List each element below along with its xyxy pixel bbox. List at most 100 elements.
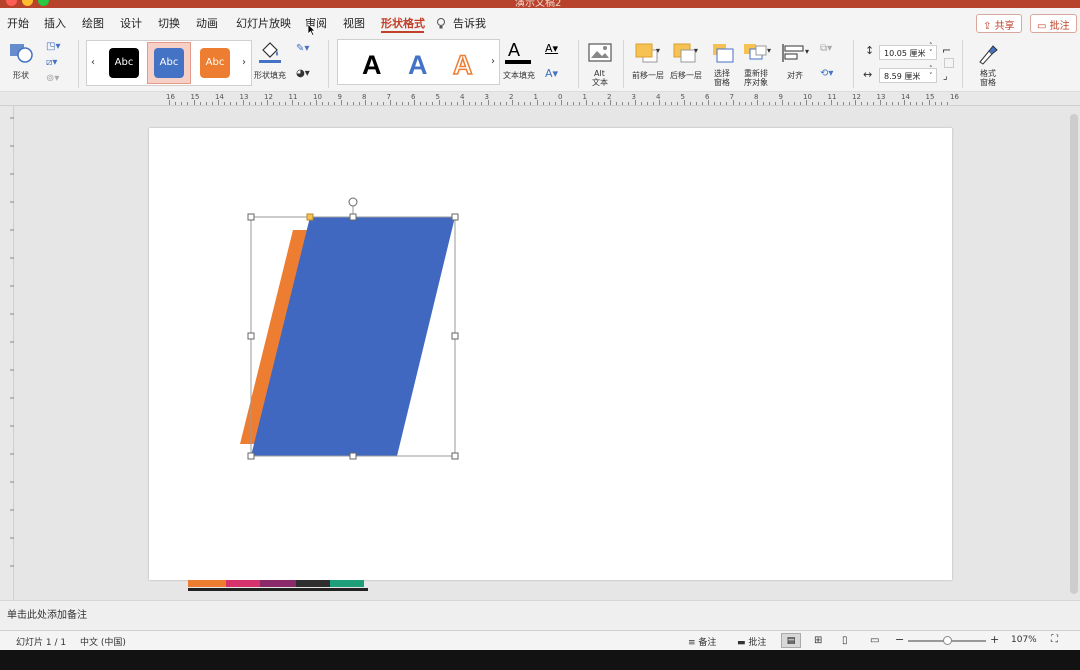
reading-view-icon[interactable]: ▯	[842, 635, 848, 646]
style-swatch-black[interactable]: Abc	[109, 48, 139, 78]
fit-to-window-icon[interactable]: ⛶	[1051, 634, 1058, 645]
maximize-window-icon[interactable]	[38, 0, 49, 6]
minimize-window-icon[interactable]	[22, 0, 33, 6]
ruler-tick	[175, 102, 177, 105]
ruler-tick	[579, 102, 581, 105]
shape-fill-button[interactable]: 形状填充	[253, 40, 293, 84]
ruler-tick	[389, 100, 391, 105]
style-swatch-orange[interactable]: Abc	[200, 48, 230, 78]
slide-canvas[interactable]	[149, 128, 952, 580]
ruler-tick	[616, 102, 618, 105]
notes-pane[interactable]: 单击此处添加备注	[0, 600, 1080, 630]
blue-parallelogram-shape[interactable]	[251, 217, 455, 456]
wordart-blue[interactable]: A	[408, 50, 428, 81]
share-label: 共享	[994, 21, 1015, 32]
gallery-next-icon[interactable]: ›	[242, 57, 246, 68]
height-stepper-icon[interactable]: ˄ ˅	[929, 43, 933, 57]
ruler-tick	[285, 102, 287, 105]
ruler-tick	[946, 102, 948, 105]
reorder-objects-button[interactable]: ▾ 重新排 序对象	[740, 40, 776, 88]
vertical-scrollbar[interactable]	[1070, 114, 1078, 594]
language-indicator[interactable]: 中文 (中国)	[80, 635, 126, 648]
tab-shape-format[interactable]: 形状格式	[381, 15, 425, 31]
ruler-tick	[456, 102, 458, 105]
edit-shape-icon[interactable]: ◳▾	[46, 41, 60, 52]
tab-home[interactable]: 开始	[7, 15, 29, 31]
bring-forward-button[interactable]: ▾ 前移一层	[630, 40, 668, 84]
text-effects-icon[interactable]: A▾	[545, 67, 558, 80]
tab-tell-me[interactable]: 告诉我	[453, 15, 486, 31]
horizontal-ruler[interactable]: 16 15 14 13 12 11 10 9 8 7 6 5 4 3 2 1 0 1 2 3 4 5 6 7 8 9 10 11 12 1…	[0, 92, 1080, 106]
selection-pane-button[interactable]: 选择 窗格	[708, 40, 738, 88]
ruler-tick	[750, 102, 752, 105]
shape-outline-icon[interactable]: ✎▾	[296, 43, 309, 54]
size-launcher-icon[interactable]: ⌟	[943, 71, 948, 82]
ruler-tick	[334, 102, 336, 105]
zoom-out-icon[interactable]: −	[895, 633, 904, 646]
text-box-icon[interactable]: ⧄▾	[46, 57, 57, 68]
wordart-orange-outline[interactable]: A	[452, 49, 473, 81]
ruler-tick	[230, 102, 232, 105]
tab-slideshow[interactable]: 幻灯片放映	[236, 15, 291, 31]
tab-draw[interactable]: 绘图	[82, 15, 104, 31]
ruler-tick	[799, 102, 801, 105]
gallery-prev-icon[interactable]: ‹	[91, 57, 95, 68]
ruler-tick	[383, 102, 385, 105]
adjustment-handle[interactable]	[306, 213, 314, 221]
format-pane-button[interactable]: 格式 窗格	[972, 40, 1004, 88]
wordart-next-icon[interactable]: ›	[491, 56, 495, 67]
ruler-number: 14	[901, 93, 910, 101]
close-window-icon[interactable]	[6, 0, 17, 6]
ruler-tick	[738, 102, 740, 105]
lock-aspect-icon[interactable]	[944, 58, 954, 68]
rotation-handle[interactable]	[348, 197, 358, 207]
wordart-black[interactable]: A	[362, 50, 382, 81]
tab-animations[interactable]: 动画	[196, 15, 218, 31]
vertical-ruler[interactable]	[0, 106, 14, 600]
paint-bucket-icon	[259, 42, 281, 63]
zoom-in-icon[interactable]: +	[990, 633, 999, 646]
tab-transitions[interactable]: 切换	[158, 15, 180, 31]
zoom-slider-thumb[interactable]	[943, 636, 952, 645]
style-swatch-blue[interactable]: Abc	[154, 48, 184, 78]
slide-sorter-icon[interactable]: ⊞	[814, 635, 822, 646]
ruler-tick	[475, 102, 477, 105]
ruler-tick	[254, 102, 256, 105]
ruler-tick	[603, 102, 605, 105]
width-stepper-icon[interactable]: ˄ ˅	[929, 66, 933, 80]
send-backward-button[interactable]: ▾ 后移一层	[668, 40, 706, 84]
tab-view[interactable]: 视图	[343, 15, 365, 31]
tab-insert[interactable]: 插入	[44, 15, 66, 31]
shape-styles-gallery: ‹ Abc Abc Abc ›	[86, 40, 252, 86]
ruler-tick	[279, 102, 281, 105]
alt-text-button[interactable]: Alt 文本	[585, 40, 615, 87]
bring-forward-label: 前移一层	[632, 71, 664, 80]
notes-placeholder[interactable]: 单击此处添加备注	[7, 606, 87, 621]
zoom-slider[interactable]	[908, 636, 986, 645]
comments-toggle-button[interactable]: ▬ 批注	[737, 635, 766, 648]
ruler-tick	[806, 100, 807, 105]
tab-design[interactable]: 设计	[120, 15, 142, 31]
slideshow-view-icon[interactable]: ▭	[870, 635, 879, 646]
ruler-tick	[891, 102, 893, 105]
normal-view-icon[interactable]: ▤	[781, 633, 801, 648]
text-fill-button[interactable]: A 文本填充	[502, 40, 542, 84]
ruler-tick	[610, 100, 611, 105]
slide-shapes	[240, 197, 459, 460]
shape-label: 形状	[13, 71, 29, 80]
comments-button[interactable]: ▭ 批注	[1030, 14, 1077, 33]
zoom-level[interactable]: 107%	[1011, 635, 1037, 645]
ruler-tick	[328, 102, 330, 105]
notes-toggle-button[interactable]: ≡ 备注	[688, 635, 716, 648]
shape-effects-icon[interactable]: ◕▾	[296, 68, 310, 79]
text-outline-icon[interactable]: A▾	[545, 42, 558, 55]
crop-icon[interactable]: ⌐	[942, 44, 951, 57]
merge-shapes-icon[interactable]: ⊚▾	[46, 73, 59, 84]
align-button[interactable]: ▾ 对齐	[778, 40, 814, 84]
group-objects-icon[interactable]: ⧉▾	[820, 43, 832, 54]
share-button[interactable]: ⇪ 共享	[976, 14, 1022, 33]
insert-shape-button[interactable]: 形状	[6, 40, 42, 84]
rotate-icon[interactable]: ⟲▾	[820, 68, 833, 79]
ruler-tick	[659, 100, 660, 105]
ruler-tick	[628, 102, 630, 105]
